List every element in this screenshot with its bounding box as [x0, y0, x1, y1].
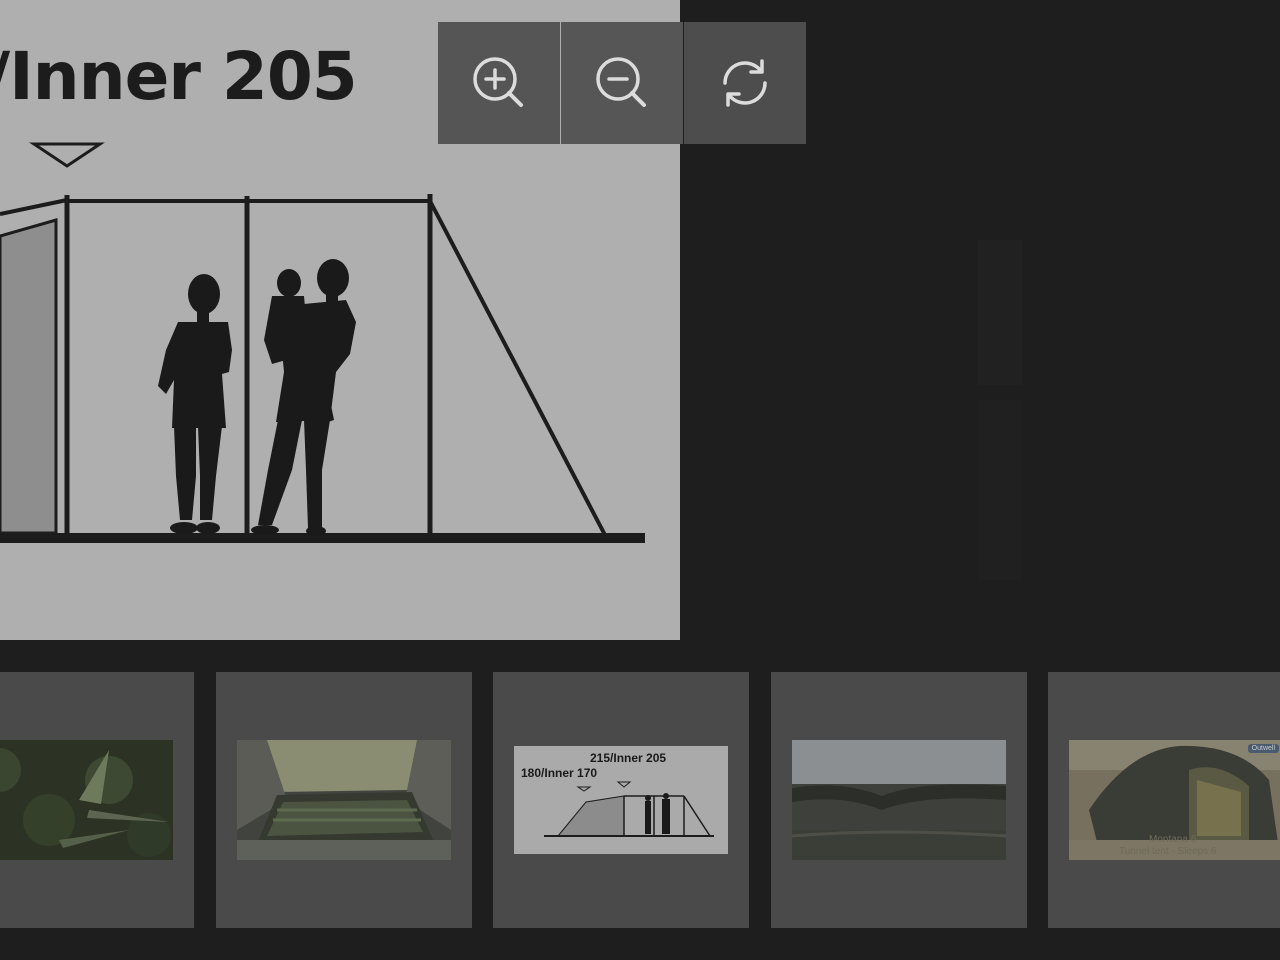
- thumbnail-image: [792, 740, 1006, 860]
- background-shadow: [978, 400, 1022, 580]
- thumbnail-tent-floor[interactable]: [771, 672, 1027, 928]
- diagram-title: /Inner 205: [0, 38, 358, 115]
- thumbnail-caption-title: Montana 6: [1149, 834, 1197, 845]
- zoom-in-icon: [473, 57, 523, 107]
- zoom-out-button[interactable]: [561, 22, 683, 144]
- reset-button[interactable]: [684, 22, 806, 144]
- thumbnail-strip: 215/Inner 205 180/Inner 170 Outwell Mont…: [0, 672, 1280, 928]
- person-silhouette: [158, 274, 232, 534]
- thumbnail-image: [0, 740, 173, 860]
- thumbnail-tent-diagram[interactable]: 215/Inner 205 180/Inner 170: [493, 672, 749, 928]
- thumbnail-image: [237, 740, 451, 860]
- zoom-out-icon: [596, 57, 646, 107]
- refresh-icon: [723, 59, 767, 107]
- background-shadow: [978, 240, 1022, 385]
- thumbnail-caption-subtitle: Tunnel tent - Sleeps 6: [1119, 846, 1217, 857]
- thumbnail-plants[interactable]: [0, 672, 194, 928]
- thumbnail-label-left: 180/Inner 170: [521, 766, 598, 780]
- zoom-in-button[interactable]: [438, 22, 560, 144]
- thumbnail-image: Outwell Montana 6 Tunnel tent - Sleeps 6: [1069, 740, 1280, 860]
- thumbnail-label-right: 215/Inner 205: [590, 751, 667, 765]
- image-viewer: /Inner 205 215/Inner 205 180/Inner 170 O…: [0, 0, 1280, 960]
- brand-badge: Outwell: [1247, 744, 1279, 753]
- person-silhouette: [251, 259, 356, 536]
- thumbnail-tent-interior[interactable]: [216, 672, 472, 928]
- thumbnail-tent-exterior[interactable]: Outwell Montana 6 Tunnel tent - Sleeps 6: [1048, 672, 1280, 928]
- zoom-toolbar: [438, 22, 806, 144]
